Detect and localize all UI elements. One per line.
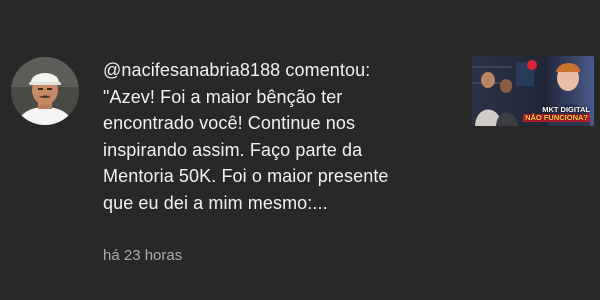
message-line: que eu dei a mim mesmo:... [103, 192, 328, 213]
message-line: inspirando assim. Faço parte da [103, 139, 363, 160]
message-line: "Azev! Foi a maior bênção ter [103, 86, 343, 107]
notification-text[interactable]: @nacifesanabria8188 comentou: "Azev! Foi… [103, 57, 443, 216]
video-thumbnail[interactable]: MKT DIGITAL NÃO FUNCIONA? [472, 56, 594, 126]
avatar-photo [11, 57, 79, 125]
avatar[interactable] [11, 57, 79, 125]
message-line: Mentoria 50K. Foi o maior presente [103, 166, 389, 186]
comment-message: @nacifesanabria8188 comentou: "Azev! Foi… [103, 57, 443, 216]
message-line: encontrado você! Continue nos [103, 113, 356, 133]
comment-notification[interactable]: @nacifesanabria8188 comentou: "Azev! Foi… [0, 0, 600, 300]
timestamp: há 23 horas [103, 247, 183, 264]
thumbnail-title-line2: NÃO FUNCIONA? [523, 113, 590, 122]
message-line: @nacifesanabria8188 comentou: [103, 60, 371, 80]
